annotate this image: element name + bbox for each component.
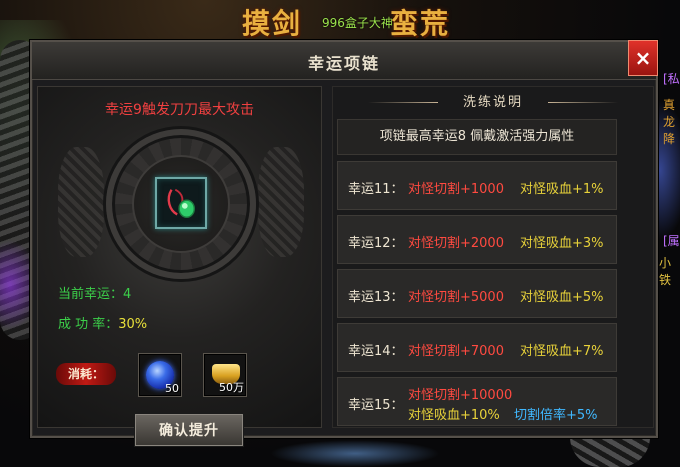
side-text-1: [私 xyxy=(663,72,680,86)
panel-title: 幸运项链 xyxy=(307,54,380,73)
refine-description-area: 洗练说明 项链最高幸运8 佩戴激活强力属性 幸运11： 对怪切割+1000 对怪… xyxy=(332,86,654,428)
side-text-3: [属 xyxy=(663,234,680,248)
success-rate-label: 成 功 率： xyxy=(58,317,119,332)
luck-level-row: 幸运14： 对怪切割+7000 对怪吸血+7% xyxy=(337,323,617,372)
luck-level-row: 幸运13： 对怪切割+5000 对怪吸血+5% xyxy=(337,269,617,318)
game-banner: 摸剑 996盒子大神 蛮荒 xyxy=(230,0,480,40)
level-label: 幸运12： xyxy=(348,236,404,251)
level-lifesteal-bonus: 对怪吸血+3% xyxy=(520,236,604,251)
luck-level-row: 幸运15： 对怪切割+10000 对怪吸血+10% 切割倍率+5% xyxy=(337,377,617,426)
luck-level-row: 幸运11： 对怪切割+1000 对怪吸血+1% xyxy=(337,161,617,210)
level-label: 幸运14： xyxy=(348,344,404,359)
side-text-2: 真龙降 xyxy=(663,98,676,146)
success-rate-value: 30% xyxy=(118,317,148,332)
gold-count: 50万 xyxy=(219,381,244,394)
current-luck-value: 4 xyxy=(123,287,132,302)
level-cut-bonus: 对怪切割+5000 xyxy=(408,290,504,305)
banner-sub-text: 996盒子大神 xyxy=(322,16,393,30)
level-label: 幸运11： xyxy=(348,182,404,197)
dragon-ornament-right xyxy=(258,147,304,257)
banner-right-text: 蛮荒 xyxy=(390,7,451,40)
level-cut-bonus: 对怪切割+7000 xyxy=(408,344,504,359)
level-label: 幸运15： xyxy=(348,398,404,413)
lucky-necklace-panel: 幸运项链 × 幸运9触发刀刀最大攻击 当前幸运：4 成 功 率：30% 消耗： xyxy=(30,40,658,446)
necklace-slot[interactable] xyxy=(155,177,207,229)
level-lifesteal-bonus: 对怪吸血+5% xyxy=(520,290,604,305)
description-header-text: 洗练说明 xyxy=(462,95,523,110)
luck-level-row: 幸运12： 对怪切割+2000 对怪吸血+3% xyxy=(337,215,617,264)
material-slot-gem[interactable]: 50 xyxy=(138,353,182,397)
level-cut-rate-bonus: 切割倍率+5% xyxy=(514,408,598,423)
gem-count: 50 xyxy=(165,382,179,395)
level-cut-bonus: 对怪切割+1000 xyxy=(408,182,504,197)
material-slot-gold[interactable]: 50万 xyxy=(203,353,247,397)
current-luck-label: 当前幸运： xyxy=(58,287,124,302)
level-cut-bonus: 对怪切割+2000 xyxy=(408,236,504,251)
bottom-effect xyxy=(270,440,440,467)
current-luck-row: 当前幸运：4 xyxy=(58,283,131,302)
header-divider-right xyxy=(548,102,618,103)
close-button[interactable]: × xyxy=(628,40,658,76)
title-bar[interactable]: 幸运项链 xyxy=(32,42,656,80)
upgrade-area: 幸运9触发刀刀最大攻击 当前幸运：4 成 功 率：30% 消耗： 50 50万 … xyxy=(37,86,322,446)
header-divider-left xyxy=(368,102,438,103)
level-lifesteal-bonus: 对怪吸血+10% xyxy=(408,408,500,423)
description-header: 洗练说明 xyxy=(333,91,653,115)
luck-effect-headline: 幸运9触发刀刀最大攻击 xyxy=(105,102,254,118)
success-rate-row: 成 功 率：30% xyxy=(58,313,147,332)
consume-label: 消耗： xyxy=(56,363,116,385)
close-icon: × xyxy=(634,46,652,70)
level-cut-bonus: 对怪切割+10000 xyxy=(408,388,513,403)
level-lifesteal-bonus: 对怪吸血+7% xyxy=(520,344,604,359)
level-lifesteal-bonus: 对怪吸血+1% xyxy=(520,182,604,197)
level-label: 幸运13： xyxy=(348,290,404,305)
confirm-upgrade-button[interactable]: 确认提升 xyxy=(135,414,243,446)
side-text-4: 小铁 xyxy=(659,256,672,287)
banner-left-text: 摸剑 xyxy=(242,7,303,40)
description-text: 项链最高幸运8 佩戴激活强力属性 xyxy=(337,119,617,155)
dragon-ornament-left xyxy=(58,147,104,257)
necklace-icon xyxy=(167,188,196,218)
